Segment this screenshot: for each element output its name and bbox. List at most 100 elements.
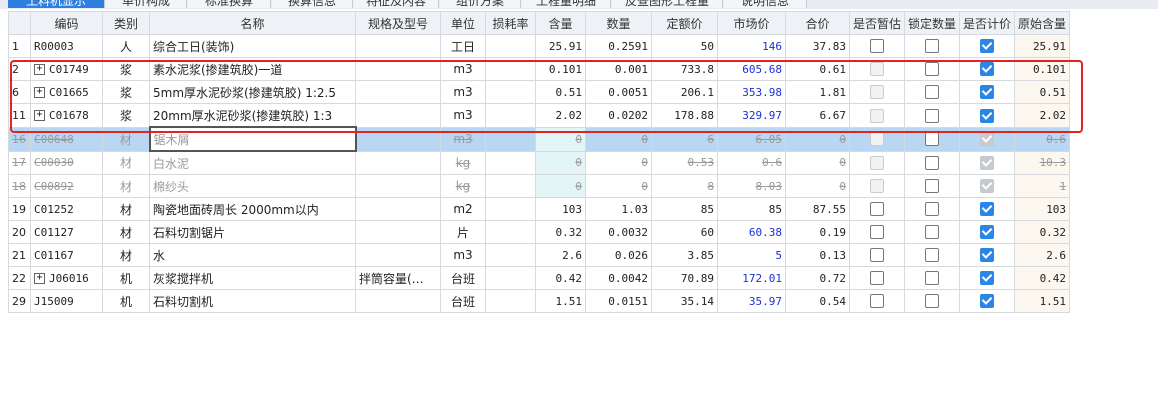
tab-notes[interactable]: 说明信息 — [724, 0, 807, 8]
fixed-price-cell[interactable]: 50 — [651, 34, 718, 58]
lock-qty-checkbox[interactable] — [925, 62, 940, 77]
loss-cell[interactable] — [485, 266, 536, 290]
amount-cell[interactable]: 0 — [585, 174, 652, 198]
qty-cell[interactable]: 1.51 — [535, 289, 586, 313]
unit-cell[interactable]: 工日 — [440, 34, 486, 58]
priced-checkbox[interactable] — [980, 62, 995, 77]
spec-cell[interactable] — [355, 80, 441, 104]
type-cell[interactable]: 材 — [102, 126, 150, 152]
loss-cell[interactable] — [485, 220, 536, 244]
code-cell[interactable]: C00892 — [30, 174, 103, 198]
name-cell[interactable]: 5mm厚水泥砂浆(掺建筑胶) 1:2.5 — [149, 80, 356, 104]
unit-cell[interactable]: kg — [440, 174, 486, 198]
lock-qty-checkbox[interactable] — [925, 202, 940, 217]
tab-reverse-lookup[interactable]: 反查图形工程量 — [612, 0, 723, 8]
code-cell[interactable]: C00648 — [30, 126, 103, 152]
unit-cell[interactable]: m3 — [440, 57, 486, 81]
unit-cell[interactable]: m3 — [440, 243, 486, 267]
header-spec[interactable]: 规格及型号 — [355, 11, 441, 35]
header-unit[interactable]: 单位 — [440, 11, 486, 35]
spec-cell[interactable] — [355, 57, 441, 81]
amount-cell[interactable]: 0.0151 — [585, 289, 652, 313]
amount-cell[interactable]: 0.026 — [585, 243, 652, 267]
tab-conversion-info[interactable]: 换算信息 — [272, 0, 353, 8]
fixed-price-cell[interactable]: 8 — [651, 174, 718, 198]
table-row[interactable]: 29 J15009 机 石料切割机 台班 1.51 0.0151 35.14 35.97 0.54… — [8, 289, 1071, 313]
orig-qty-cell[interactable]: 0.51 — [1014, 80, 1071, 104]
priced-checkbox[interactable] — [980, 225, 995, 240]
type-cell[interactable]: 材 — [102, 174, 150, 198]
name-cell[interactable]: 综合工日(装饰) — [149, 34, 356, 58]
loss-cell[interactable] — [485, 174, 536, 198]
orig-qty-cell[interactable]: 2.6 — [1014, 243, 1071, 267]
spec-cell[interactable] — [355, 220, 441, 244]
lock-qty-checkbox[interactable] — [925, 132, 940, 147]
fixed-price-cell[interactable]: 178.88 — [651, 103, 718, 128]
name-cell[interactable]: 石料切割锯片 — [149, 220, 356, 244]
provisional-checkbox[interactable] — [870, 39, 884, 54]
header-fixed-price[interactable]: 定额价 — [651, 11, 718, 35]
provisional-checkbox[interactable] — [870, 294, 884, 309]
market-price-cell[interactable]: 8.03 — [717, 174, 786, 198]
code-cell[interactable]: C01167 — [30, 243, 103, 267]
unit-cell[interactable]: 台班 — [440, 289, 486, 313]
table-row[interactable]: 21 C01167 材 水 m3 2.6 0.026 3.85 5 0.13 2.6 — [8, 243, 1071, 267]
fixed-price-cell[interactable]: 0.53 — [651, 150, 718, 175]
header-amount[interactable]: 数量 — [585, 11, 652, 35]
name-cell[interactable]: 陶瓷地面砖周长 2000mm以内 — [149, 197, 356, 221]
unit-cell[interactable]: m2 — [440, 197, 486, 221]
qty-cell[interactable]: 0.101 — [535, 57, 586, 81]
type-cell[interactable]: 材 — [102, 243, 150, 267]
table-row[interactable]: 6 + C01665 浆 5mm厚水泥砂浆(掺建筑胶) 1:2.5 m3 0.51 0.005… — [8, 80, 1071, 104]
type-cell[interactable]: 浆 — [102, 103, 150, 128]
spec-cell[interactable] — [355, 174, 441, 198]
qty-cell[interactable]: 0.51 — [535, 80, 586, 104]
tab-pricing-plan[interactable]: 组价方案 — [440, 0, 521, 8]
lock-qty-checkbox[interactable] — [925, 39, 940, 54]
priced-checkbox[interactable] — [980, 248, 995, 263]
orig-qty-cell[interactable]: 2.02 — [1014, 103, 1071, 128]
table-row[interactable]: 22 + J06016 机 灰浆搅拌机 拌筒容量(… 台班 0.42 0.0042 70.89 17… — [8, 266, 1071, 290]
market-price-cell[interactable]: 146 — [717, 34, 786, 58]
loss-cell[interactable] — [485, 80, 536, 104]
provisional-checkbox[interactable] — [870, 248, 884, 263]
fixed-price-cell[interactable]: 3.85 — [651, 243, 718, 267]
type-cell[interactable]: 人 — [102, 34, 150, 58]
qty-cell[interactable]: 2.02 — [535, 103, 586, 128]
table-row[interactable]: 19 C01252 材 陶瓷地面砖周长 2000mm以内 m2 103 1.03 85 85 87… — [8, 197, 1071, 221]
unit-cell[interactable]: m3 — [440, 80, 486, 104]
amount-cell[interactable]: 0 — [585, 150, 652, 175]
lock-qty-checkbox[interactable] — [925, 225, 940, 240]
market-price-cell[interactable]: 353.98 — [717, 80, 786, 104]
lock-qty-checkbox[interactable] — [925, 179, 940, 194]
market-price-cell[interactable]: 85 — [717, 197, 786, 221]
priced-checkbox[interactable] — [980, 108, 995, 123]
code-cell[interactable]: + C01749 — [30, 57, 103, 81]
type-cell[interactable]: 机 — [102, 289, 150, 313]
provisional-checkbox[interactable] — [870, 271, 884, 286]
type-cell[interactable]: 材 — [102, 150, 150, 175]
unit-cell[interactable]: kg — [440, 150, 486, 175]
name-cell[interactable]: 白水泥 — [149, 150, 356, 175]
provisional-checkbox[interactable] — [870, 202, 884, 217]
expand-icon[interactable]: + — [34, 273, 45, 284]
name-cell[interactable]: 素水泥浆(掺建筑胶)一道 — [149, 57, 356, 81]
market-price-cell[interactable]: 60.38 — [717, 220, 786, 244]
header-type[interactable]: 类别 — [102, 11, 150, 35]
unit-cell[interactable]: 台班 — [440, 266, 486, 290]
lock-qty-checkbox[interactable] — [925, 156, 940, 170]
orig-qty-cell[interactable]: 0.32 — [1014, 220, 1071, 244]
qty-cell[interactable]: 0 — [535, 174, 586, 198]
qty-cell[interactable]: 0.42 — [535, 266, 586, 290]
code-cell[interactable]: + J06016 — [30, 266, 103, 290]
market-price-cell[interactable]: 0.6 — [717, 150, 786, 175]
table-row[interactable]: 2 + C01749 浆 素水泥浆(掺建筑胶)一道 m3 0.101 0.001 733.8 60… — [8, 57, 1071, 81]
orig-qty-cell[interactable]: 0.42 — [1014, 266, 1071, 290]
fixed-price-cell[interactable]: 733.8 — [651, 57, 718, 81]
name-cell[interactable]: 棉纱头 — [149, 174, 356, 198]
amount-cell[interactable]: 0.0042 — [585, 266, 652, 290]
market-price-cell[interactable]: 605.68 — [717, 57, 786, 81]
qty-cell[interactable]: 0.32 — [535, 220, 586, 244]
name-cell[interactable]: 锯木屑 — [148, 126, 357, 152]
tab-labor-material-machine[interactable]: 工料机显示 — [8, 0, 105, 8]
